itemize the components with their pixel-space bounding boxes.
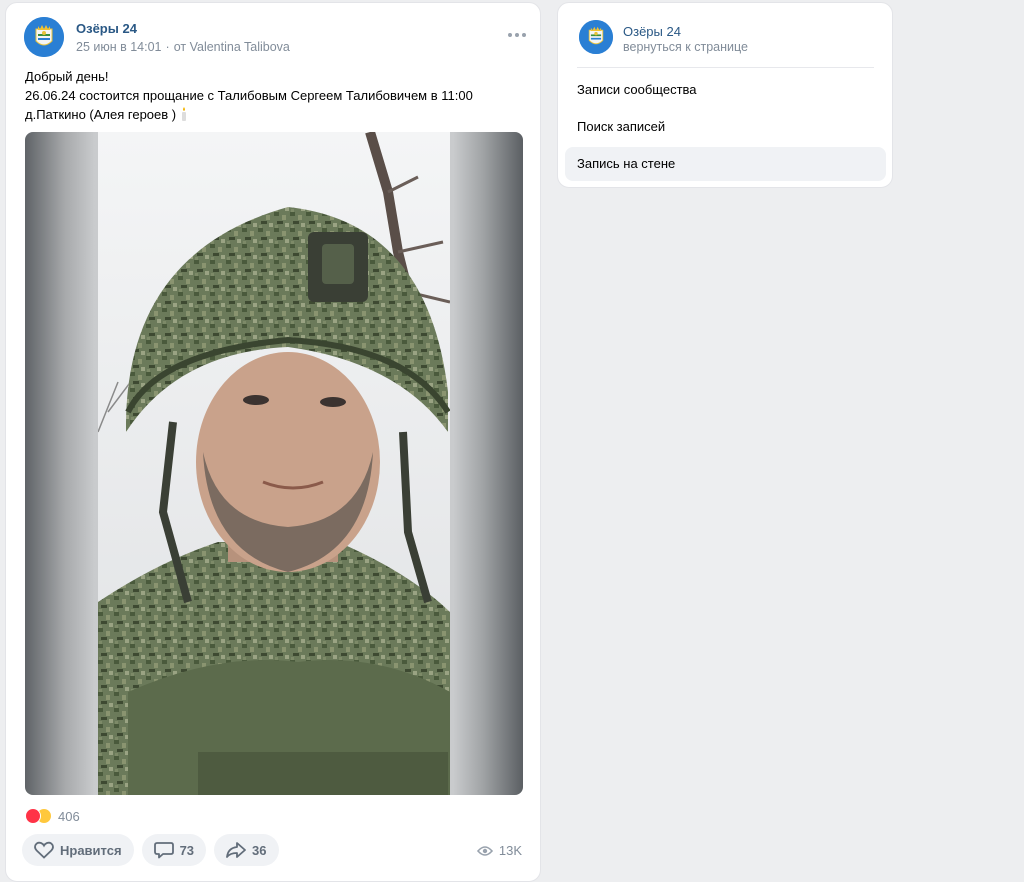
post-text-line: 26.06.24 состоится прощание с Талибовым … bbox=[25, 88, 473, 103]
sidebar-navigation: Озёры 24 вернуться к странице Записи соо… bbox=[557, 2, 893, 188]
group-avatar[interactable] bbox=[24, 17, 64, 57]
heart-outline-icon bbox=[34, 841, 54, 859]
comments-count: 73 bbox=[179, 842, 195, 858]
sidebar-group-avatar[interactable] bbox=[579, 20, 613, 54]
post-text-line-with-emoji: д.Паткино (Алея героев ) bbox=[25, 105, 473, 124]
post-date[interactable]: 25 июн в 14:01 bbox=[76, 40, 162, 54]
more-options-button[interactable] bbox=[505, 25, 529, 45]
author-link[interactable]: Valentina Talibova bbox=[190, 40, 290, 54]
candle-emoji-icon bbox=[182, 107, 187, 121]
reactions-count: 406 bbox=[58, 808, 80, 824]
comment-icon bbox=[153, 842, 174, 859]
views-counter: 13K bbox=[476, 843, 522, 858]
soldier-portrait-image bbox=[98, 132, 450, 795]
reactions-summary[interactable]: 406 bbox=[25, 806, 80, 826]
coat-of-arms-logo bbox=[579, 20, 613, 54]
coat-of-arms-logo bbox=[24, 17, 64, 57]
views-count: 13K bbox=[498, 843, 522, 858]
wall-post: Озёры 24 25 июн в 14:01 · от Valentina Tal… bbox=[5, 2, 541, 882]
sidebar-item-community-posts[interactable]: Записи сообщества bbox=[565, 73, 886, 107]
share-arrow-icon bbox=[226, 842, 246, 858]
like-label: Нравится bbox=[60, 842, 122, 858]
sidebar-item-wall-post[interactable]: Запись на стене bbox=[565, 147, 886, 181]
post-header: Озёры 24 25 июн в 14:01 · от Valentina Tal… bbox=[24, 17, 529, 59]
back-to-page-link[interactable]: вернуться к странице bbox=[623, 40, 748, 54]
sidebar-divider bbox=[577, 67, 874, 68]
meta-separator: · bbox=[165, 40, 170, 54]
sidebar-group-name-link[interactable]: Озёры 24 bbox=[623, 24, 681, 39]
more-horizontal-icon bbox=[508, 33, 526, 37]
author-prefix: от bbox=[173, 40, 187, 54]
post-meta: 25 июн в 14:01 · от Valentina Talibova bbox=[76, 40, 290, 54]
post-actions: Нравится 73 36 bbox=[22, 834, 279, 866]
post-text: Добрый день! 26.06.24 состоится прощание… bbox=[25, 67, 473, 124]
heart-reaction-icon bbox=[25, 808, 41, 824]
eye-icon bbox=[476, 845, 493, 856]
comment-button[interactable]: 73 bbox=[141, 834, 207, 866]
post-text-line: д.Паткино (Алея героев ) bbox=[25, 107, 177, 122]
sidebar-item-search-posts[interactable]: Поиск записей bbox=[565, 110, 886, 144]
group-name-link[interactable]: Озёры 24 bbox=[76, 21, 137, 36]
shares-count: 36 bbox=[252, 842, 267, 858]
post-text-line: Добрый день! bbox=[25, 69, 109, 84]
post-photo[interactable] bbox=[25, 132, 523, 795]
share-button[interactable]: 36 bbox=[214, 834, 279, 866]
like-button[interactable]: Нравится bbox=[22, 834, 134, 866]
